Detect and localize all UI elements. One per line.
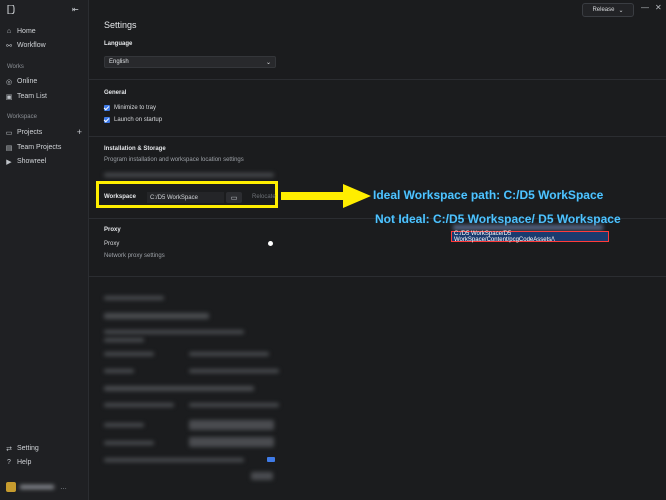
checkbox-checked-icon [104, 117, 110, 123]
workspace-path-value: C:/D5 WorkSpace [150, 194, 198, 201]
more-icon[interactable]: … [60, 484, 67, 491]
team-projects-icon: ▤ [5, 144, 13, 152]
language-value: English [109, 59, 129, 65]
sidebar-item-setting[interactable]: ⇄ Setting [4, 442, 84, 455]
section-label-works: Works [7, 64, 24, 70]
workflow-icon: ⚯ [6, 42, 12, 50]
relocate-button[interactable]: Relocate [252, 194, 276, 200]
home-icon: ⌂ [6, 28, 12, 35]
collapse-sidebar-icon[interactable]: ⇤ [72, 5, 79, 14]
blurred-text [104, 369, 134, 373]
blurred-username [20, 485, 54, 489]
blurred-text [104, 330, 244, 334]
blurred-text [189, 403, 279, 407]
sidebar-item-help[interactable]: ? Help [4, 456, 84, 469]
sidebar-item-label: Online [17, 78, 38, 85]
sidebar-item-projects[interactable]: ▭ Projects [4, 126, 84, 139]
release-dropdown[interactable]: Release ⌄ [582, 3, 634, 17]
blurred-path-strip [453, 225, 603, 230]
blurred-text [189, 369, 279, 373]
workspace-label: Workspace [104, 194, 136, 200]
page-title: Settings [104, 20, 137, 30]
checkbox-checked-icon [104, 105, 110, 111]
d5-logo-icon [7, 5, 15, 14]
installation-title: Installation & Storage [104, 146, 166, 152]
divider [89, 136, 666, 137]
team-list-icon: ▣ [5, 93, 13, 101]
user-profile[interactable]: … [4, 480, 84, 494]
setting-icon: ⇄ [6, 445, 12, 453]
chevron-down-icon: ⌄ [265, 59, 271, 66]
blurred-text [104, 423, 144, 427]
blurred-text [189, 352, 269, 356]
checkbox-label: Launch on startup [114, 117, 163, 123]
general-title: General [104, 90, 127, 96]
projects-icon: ▭ [5, 129, 13, 137]
sidebar-item-label: Team Projects [17, 144, 62, 151]
launch-on-startup-checkbox[interactable]: Launch on startup [104, 117, 162, 123]
sidebar-item-label: Help [17, 459, 32, 466]
blurred-text [104, 338, 144, 342]
sidebar-item-label: Home [17, 28, 36, 35]
blurred-field [189, 437, 274, 447]
divider [89, 79, 666, 80]
online-icon: ◎ [5, 78, 13, 86]
avatar [6, 482, 16, 492]
add-project-icon[interactable]: + [77, 127, 82, 137]
sidebar-item-showreel[interactable]: ▶ Showreel [4, 155, 84, 168]
sidebar: ⇤ ⌂ Home ⚯ Workflow Works ◎ Online ▣ Tea… [0, 0, 89, 500]
sidebar-item-home[interactable]: ⌂ Home [4, 25, 84, 38]
installation-desc: Program installation and workspace locat… [104, 157, 244, 163]
folder-icon: ▭ [230, 194, 238, 202]
sidebar-item-online[interactable]: ◎ Online [4, 75, 84, 88]
workspace-path-field: C:/D5 WorkSpace [147, 192, 224, 203]
sidebar-item-label: Projects [17, 129, 43, 136]
section-label-workspace: Workspace [7, 114, 37, 120]
blurred-text [104, 441, 154, 445]
blurred-text [104, 313, 209, 319]
folder-browse-button[interactable]: ▭ [226, 192, 242, 203]
chevron-down-icon: ⌄ [618, 7, 624, 14]
proxy-title: Proxy [104, 227, 121, 233]
sidebar-item-label: Setting [17, 445, 39, 452]
annotation-path-box: C:/D5 WorkSpace/D5 WorkSpace/Content/pcg… [451, 231, 609, 243]
yellow-arrow-icon [281, 184, 371, 208]
annotation-ideal: Ideal Workspace path: C:/D5 WorkSpace [373, 188, 604, 202]
settings-main: Release ⌄ — ✕ Settings Language English … [89, 0, 666, 500]
blurred-field [189, 420, 274, 430]
sidebar-item-label: Workflow [17, 42, 46, 49]
minimize-to-tray-checkbox[interactable]: Minimize to tray [104, 105, 156, 111]
sidebar-item-workflow[interactable]: ⚯ Workflow [4, 39, 84, 52]
annotation-not-ideal: Not Ideal: C:/D5 Workspace/ D5 Workspace [375, 212, 621, 226]
proxy-label: Proxy [104, 241, 120, 247]
blurred-install-path [104, 173, 274, 177]
blurred-section-title [104, 296, 164, 300]
minimize-icon[interactable]: — [641, 3, 649, 12]
sidebar-item-team-list[interactable]: ▣ Team List [4, 90, 84, 103]
proxy-toggle[interactable] [268, 241, 273, 246]
blurred-text [104, 352, 154, 356]
blurred-text [104, 403, 174, 407]
sidebar-item-label: Showreel [17, 158, 47, 165]
release-label: Release [592, 7, 615, 13]
blurred-toggle [267, 457, 275, 462]
language-select[interactable]: English ⌄ [104, 56, 276, 68]
language-title: Language [104, 41, 133, 47]
showreel-icon: ▶ [6, 158, 12, 166]
sidebar-item-label: Team List [17, 93, 47, 100]
checkbox-label: Minimize to tray [114, 105, 157, 111]
blurred-text [104, 386, 254, 391]
sidebar-item-team-projects[interactable]: ▤ Team Projects [4, 141, 84, 154]
help-icon: ? [7, 459, 11, 466]
blurred-text [104, 458, 244, 462]
close-icon[interactable]: ✕ [655, 3, 662, 12]
blurred-button [251, 472, 273, 480]
divider [89, 276, 666, 277]
proxy-desc: Network proxy settings [104, 253, 165, 259]
